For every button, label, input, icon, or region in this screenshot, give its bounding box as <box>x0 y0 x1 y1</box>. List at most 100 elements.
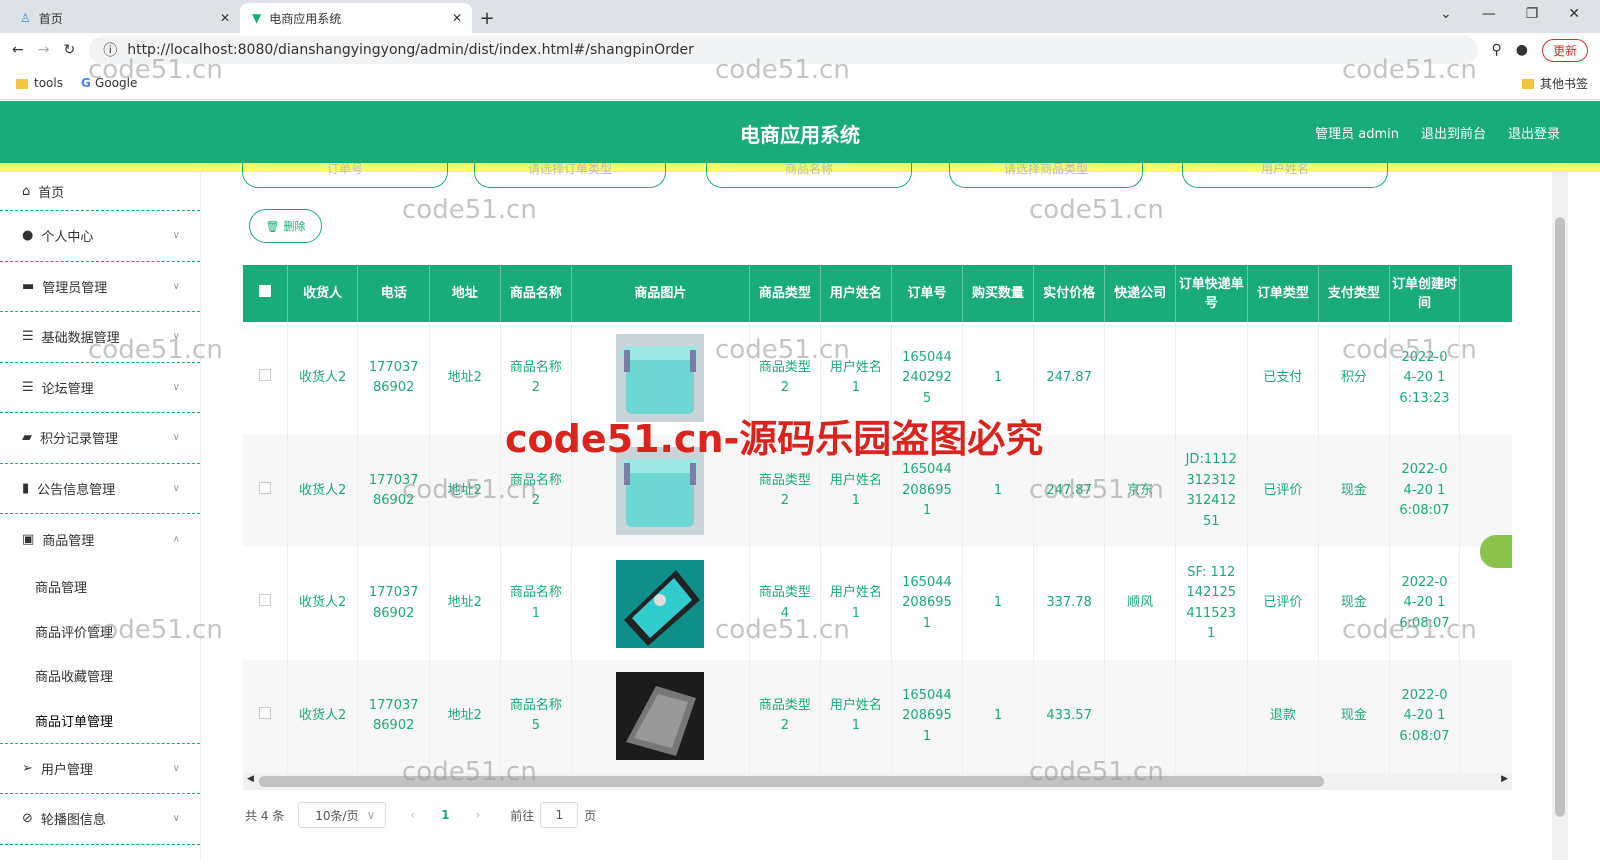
new-tab-button[interactable]: + <box>472 8 502 33</box>
chart-icon: ▮ <box>22 480 30 496</box>
table-cell: 收货人2 <box>287 547 359 661</box>
forward-icon[interactable]: → <box>38 42 50 58</box>
ticket-icon: ▰ <box>22 430 32 446</box>
goods-type-select[interactable]: 请选择商品类型 <box>949 160 1143 188</box>
row-checkbox[interactable] <box>243 547 288 661</box>
prev-page-button[interactable]: ‹ <box>410 808 415 822</box>
chevron-down-icon: ∨ <box>172 432 180 444</box>
sidebar-sub-favorites[interactable]: 商品收藏管理 <box>0 654 200 699</box>
table-cell: 地址2 <box>429 434 501 548</box>
browser-tab-active[interactable]: ▼ 电商应用系统 ✕ <box>240 3 472 33</box>
goto-page-input[interactable]: 1 <box>540 802 579 828</box>
close-icon[interactable]: ✕ <box>220 11 230 25</box>
home-icon: ⌂ <box>22 183 31 199</box>
column-header: 订单号 <box>891 265 964 322</box>
select-all-checkbox[interactable] <box>243 265 288 322</box>
sidebar-sub-reviews[interactable]: 商品评价管理 <box>0 609 200 654</box>
logout-link[interactable]: 退出登录 <box>1508 123 1560 142</box>
to-front-link[interactable]: 退出到前台 <box>1421 123 1486 142</box>
goods-image <box>571 660 750 773</box>
chevron-down-icon: ∨ <box>172 331 180 343</box>
column-header: 商品图片 <box>571 265 750 322</box>
sidebar-sub-orders[interactable]: 商品订单管理 <box>0 698 200 743</box>
scroll-right-icon[interactable]: ▶ <box>1501 774 1508 784</box>
goods-name-search[interactable]: 商品名称 <box>706 160 912 188</box>
reload-icon[interactable]: ↻ <box>63 42 75 58</box>
user-name-search[interactable]: 用户姓名 <box>1182 160 1388 188</box>
sidebar-item-notice[interactable]: ▮ 公告信息管理 ∨ <box>0 464 200 514</box>
sidebar-item-profile[interactable]: ● 个人中心 ∨ <box>0 211 200 262</box>
product-image <box>616 672 705 761</box>
update-button[interactable]: 更新 <box>1541 38 1588 62</box>
column-header: 电话 <box>357 265 430 322</box>
chevron-down-icon: ∨ <box>172 280 180 292</box>
order-no-search[interactable]: 订单号 <box>242 160 448 188</box>
restore-button[interactable]: ❐ <box>1526 6 1539 22</box>
row-action-button[interactable] <box>1480 535 1512 568</box>
column-header: 收货人 <box>287 265 359 322</box>
window-controls: ⌄ — ❐ ✕ <box>1420 0 1600 28</box>
sidebar-item-goods[interactable]: ▣ 商品管理 ∧ <box>0 514 200 565</box>
table-cell: SF: 1121421254115231 <box>1175 547 1248 661</box>
info-icon: ⓘ <box>103 43 118 59</box>
back-icon[interactable]: ← <box>12 42 24 58</box>
scrollbar-thumb[interactable] <box>1555 217 1565 817</box>
row-checkbox[interactable] <box>243 322 288 435</box>
column-header: 订单类型 <box>1247 265 1320 322</box>
pagination: 共 4 条 10条/页 ∨ ‹ 1 › 前往 1 页 <box>245 802 596 828</box>
table-cell: 17703786902 <box>357 322 430 435</box>
table-cell: 商品类型4 <box>749 547 822 661</box>
sidebar-item-admin[interactable]: ▬ 管理员管理 ∨ <box>0 262 200 312</box>
table-cell: 2022-04-20 16:08:07 <box>1389 547 1461 661</box>
scrollbar-thumb[interactable] <box>259 776 1324 787</box>
close-window-button[interactable]: ✕ <box>1568 6 1580 22</box>
chevron-down-icon: ∨ <box>172 482 180 494</box>
url-field[interactable]: ⓘ http://localhost:8080/dianshangyingyong… <box>89 36 1478 64</box>
horizontal-scrollbar[interactable]: ◀ ▶ <box>243 773 1512 790</box>
sidebar-item-users[interactable]: ➢ 用户管理 ∨ <box>0 744 200 794</box>
chevron-down-icon[interactable]: ⌄ <box>1440 6 1452 22</box>
table-cell <box>1175 660 1248 773</box>
column-header: 支付类型 <box>1318 265 1390 322</box>
row-checkbox[interactable] <box>243 434 288 548</box>
sidebar-item-carousel[interactable]: ⊘ 轮播图信息 ∨ <box>0 794 200 845</box>
page-1[interactable]: 1 <box>441 808 449 822</box>
column-header: 快递公司 <box>1104 265 1176 322</box>
current-user: 管理员 admin <box>1315 127 1399 142</box>
sidebar-item-basic-data[interactable]: ☰ 基础数据管理 ∨ <box>0 312 200 363</box>
table-cell <box>1104 660 1176 773</box>
table-cell: 现金 <box>1318 660 1390 773</box>
sidebar-item-home[interactable]: ⌂ 首页 <box>0 172 200 211</box>
page-size-select[interactable]: 10条/页 ∨ <box>298 802 387 828</box>
table-cell: 商品类型2 <box>749 660 822 773</box>
minimize-button[interactable]: — <box>1482 6 1496 22</box>
close-icon[interactable]: ✕ <box>452 11 462 25</box>
table-cell: 247.87 <box>1033 434 1106 548</box>
sidebar-item-forum[interactable]: ☰ 论坛管理 ∨ <box>0 363 200 413</box>
bookmark-tools[interactable]: tools <box>16 76 63 90</box>
profile-icon[interactable]: ● <box>1516 42 1528 58</box>
vertical-scrollbar[interactable] <box>1552 172 1568 860</box>
extensions-icon[interactable]: ⚲ <box>1492 42 1502 58</box>
next-page-button[interactable]: › <box>475 808 480 822</box>
table-cell: 顺风 <box>1104 547 1176 661</box>
sidebar-sub-goods[interactable]: 商品管理 <box>0 565 200 610</box>
chevron-down-icon: ∨ <box>172 762 180 774</box>
table-cell: JD:111231231231241251 <box>1175 434 1248 548</box>
order-type-select[interactable]: 请选择订单类型 <box>474 160 666 188</box>
table-cell: 收货人2 <box>287 660 359 773</box>
column-header: 商品名称 <box>500 265 573 322</box>
scroll-left-icon[interactable]: ◀ <box>247 774 254 784</box>
sidebar-item-points[interactable]: ▰ 积分记录管理 ∨ <box>0 413 200 464</box>
delete-button[interactable]: 🗑 删除 <box>249 209 322 243</box>
list-icon: ☰ <box>22 329 34 345</box>
column-header: 用户姓名 <box>820 265 892 322</box>
table-cell: 17703786902 <box>357 660 430 773</box>
table-cell: 已评价 <box>1247 434 1320 548</box>
row-checkbox[interactable] <box>243 660 288 773</box>
total-count: 共 4 条 <box>245 808 285 823</box>
browser-tab[interactable]: ♙ 首页 ✕ <box>8 3 240 33</box>
bookmark-google[interactable]: G Google <box>81 76 137 90</box>
other-bookmarks[interactable]: 其他书签 <box>1521 75 1588 92</box>
table-cell: 2022-04-20 16:08:07 <box>1389 660 1461 773</box>
